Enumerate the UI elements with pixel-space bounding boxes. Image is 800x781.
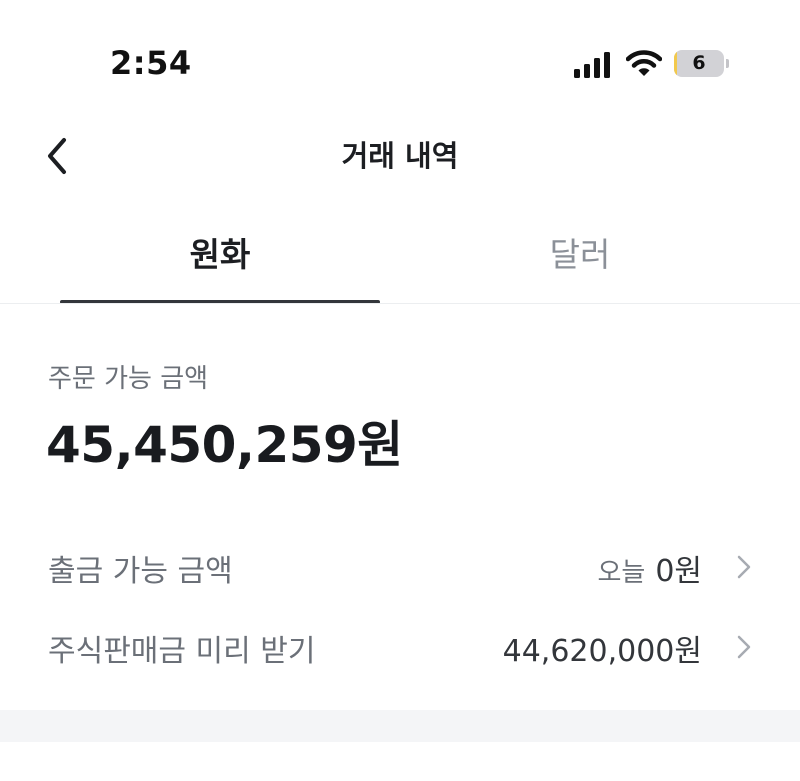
withdrawable-amount-row[interactable]: 출금 가능 금액 오늘 0원 — [0, 536, 800, 596]
wifi-icon — [626, 50, 662, 76]
battery-icon: 6 — [674, 50, 724, 77]
stock-sale-advance-label: 주식판매금 미리 받기 — [48, 634, 316, 669]
battery-level: 6 — [692, 52, 706, 74]
orderable-amount-value: 45,450,259원 — [46, 416, 403, 474]
stock-sale-advance-value-group: 44,620,000원 — [503, 626, 702, 670]
stock-sale-advance-value: 44,620,000원 — [502, 634, 702, 669]
cellular-signal-icon — [574, 52, 614, 78]
withdrawable-amount-value-group: 오늘 0원 — [597, 546, 702, 590]
trade-history-screen: 2:54 6 거래 내역 원화 달러 주문 가능 금액 45,450,259원 … — [0, 0, 800, 781]
withdrawable-amount-label: 출금 가능 금액 — [48, 554, 233, 589]
chevron-right-icon — [737, 635, 751, 659]
tab-divider — [0, 303, 800, 304]
chevron-right-icon — [737, 555, 751, 579]
status-time: 2:54 — [110, 44, 192, 82]
section-separator — [0, 710, 800, 742]
withdrawable-amount-value: 0원 — [655, 554, 702, 589]
stock-sale-advance-row[interactable]: 주식판매금 미리 받기 44,620,000원 — [0, 616, 800, 676]
orderable-amount-label: 주문 가능 금액 — [48, 364, 209, 394]
tab-usd[interactable]: 달러 — [420, 228, 740, 276]
battery-cap — [726, 59, 729, 68]
tab-krw[interactable]: 원화 — [60, 228, 380, 276]
withdrawable-today-label: 오늘 — [597, 558, 646, 588]
page-title: 거래 내역 — [341, 139, 459, 173]
